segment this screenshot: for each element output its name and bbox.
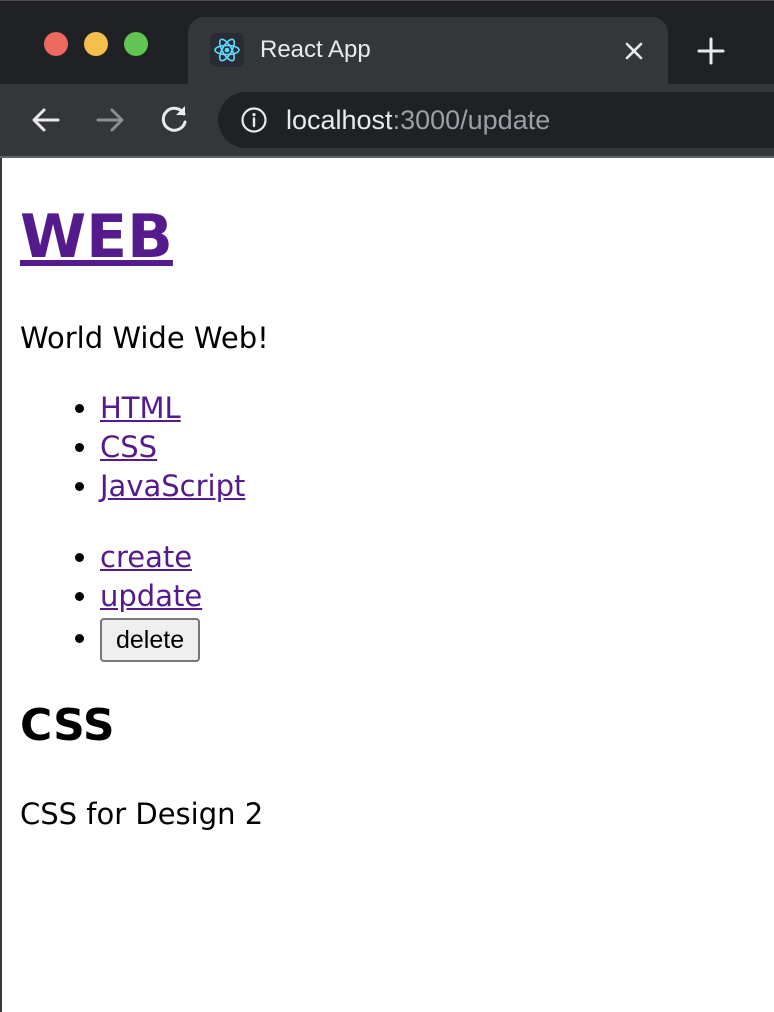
back-arrow-icon[interactable] [28, 102, 64, 138]
list-item: JavaScript [100, 467, 245, 506]
site-info-icon[interactable] [240, 106, 268, 134]
address-bar[interactable]: localhost:3000/update [218, 92, 774, 148]
url-path: :3000/update [392, 105, 551, 135]
tab-strip: React App [0, 0, 774, 85]
close-window-button[interactable] [44, 32, 68, 56]
minimize-window-button[interactable] [84, 32, 108, 56]
browser-tab[interactable]: React App [188, 17, 668, 85]
delete-button[interactable]: delete [100, 618, 201, 662]
maximize-window-button[interactable] [124, 32, 148, 56]
close-tab-icon[interactable] [620, 37, 648, 65]
control-list: create update delete [20, 538, 202, 662]
topic-link-css[interactable]: CSS [100, 430, 157, 464]
list-item: CSS [100, 428, 245, 467]
article-title: CSS [20, 700, 115, 751]
page-viewport: WEB World Wide Web! HTML CSS JavaScript … [0, 158, 774, 1012]
page-header: WEB [20, 202, 173, 272]
topic-link-javascript[interactable]: JavaScript [100, 469, 245, 503]
reload-icon[interactable] [156, 102, 192, 138]
react-logo-icon [210, 33, 244, 67]
url-text: localhost:3000/update [286, 104, 550, 136]
topic-nav: HTML CSS JavaScript [20, 389, 245, 506]
article-body: CSS for Design 2 [20, 797, 264, 831]
browser-window: React App localhost:3000/update WEB Worl… [0, 0, 774, 1012]
topic-link-html[interactable]: HTML [100, 391, 181, 425]
update-link[interactable]: update [100, 579, 202, 613]
list-item: HTML [100, 389, 245, 428]
list-item: create [100, 538, 202, 577]
new-tab-icon[interactable] [696, 36, 726, 66]
page-subtitle: World Wide Web! [20, 321, 269, 355]
forward-arrow-icon[interactable] [92, 102, 128, 138]
browser-toolbar: localhost:3000/update [0, 84, 774, 156]
list-item: update [100, 577, 202, 616]
list-item: delete [100, 616, 202, 662]
tab-title: React App [260, 36, 371, 63]
create-link[interactable]: create [100, 540, 192, 574]
url-host: localhost [286, 105, 393, 135]
home-link[interactable]: WEB [20, 202, 173, 272]
